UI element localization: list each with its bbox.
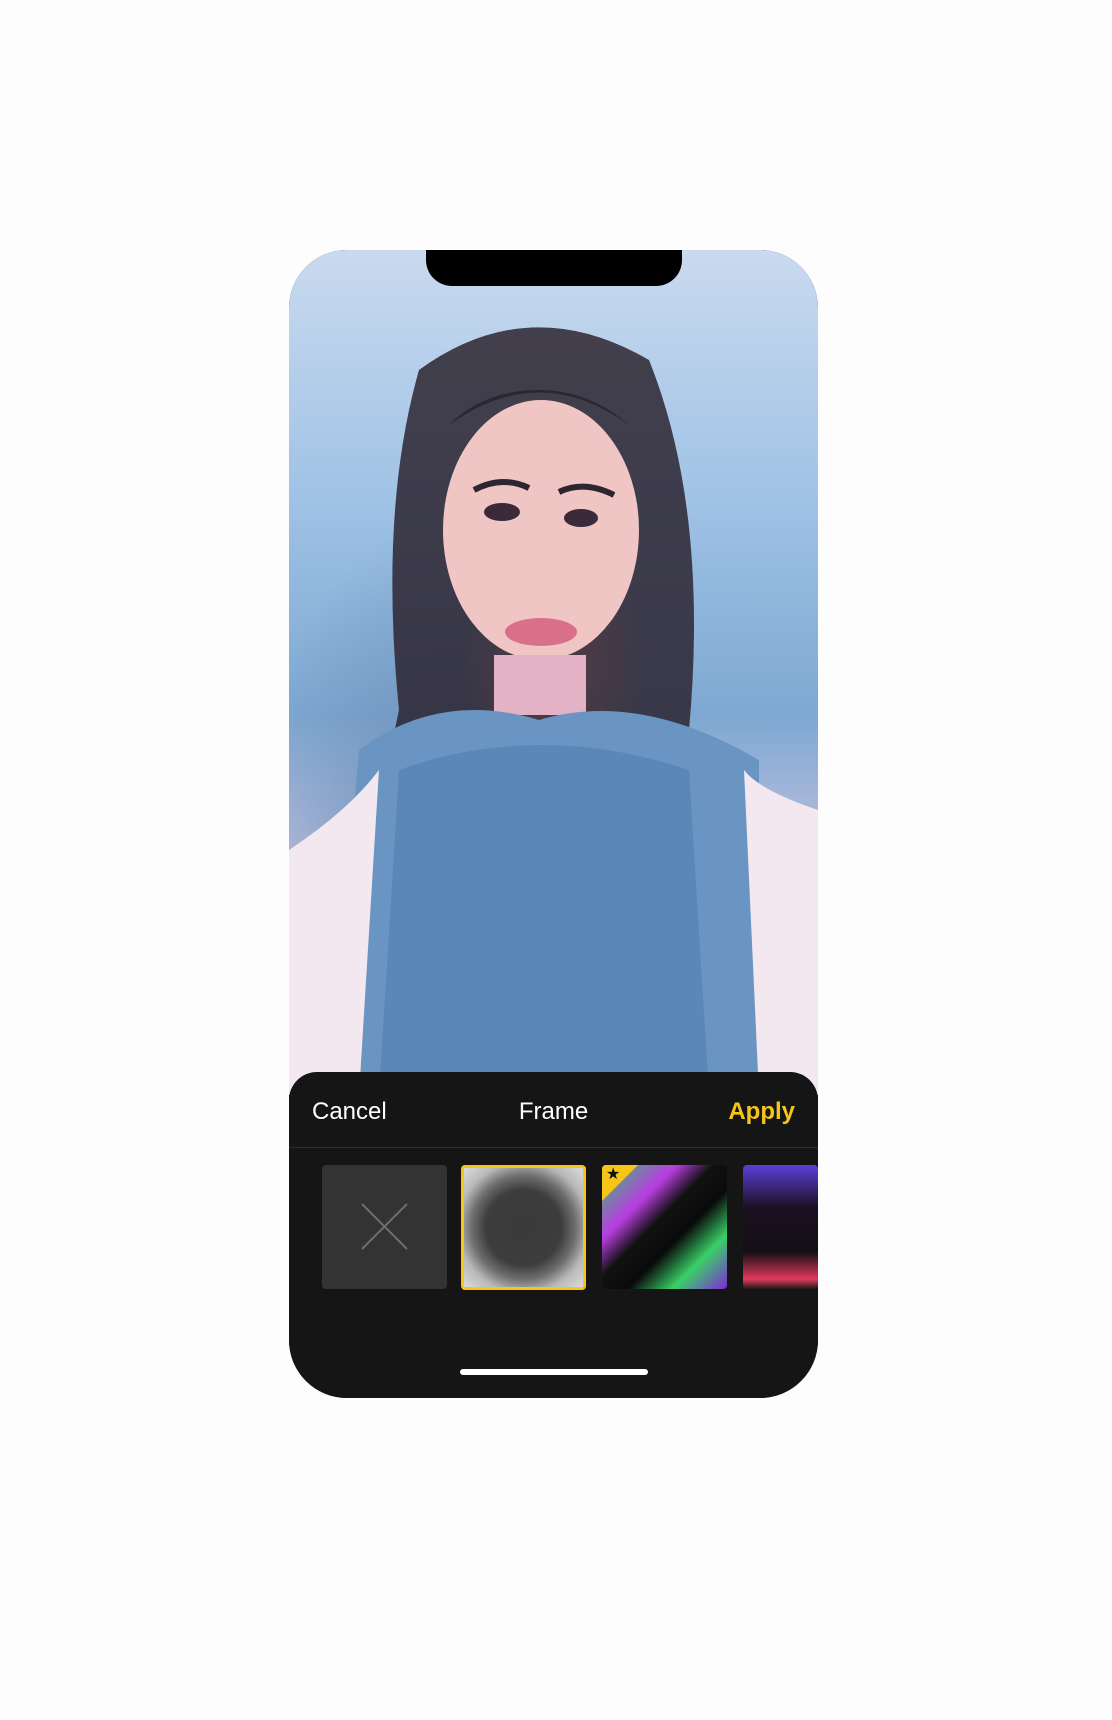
frame-option-grunge-selected[interactable] [461,1165,586,1290]
frame-option-partial[interactable] [743,1165,818,1289]
star-icon: ★ [606,1166,621,1183]
device-notch [426,250,682,286]
frame-carousel[interactable]: ★ [289,1165,818,1295]
edited-photo [289,250,818,1095]
sheet-header: Cancel Frame Apply [289,1072,818,1148]
frame-bottom-sheet: Cancel Frame Apply ★ [289,1072,818,1398]
phone-screen: Cancel Frame Apply ★ [289,250,818,1398]
apply-button[interactable]: Apply [728,1098,795,1126]
home-indicator[interactable] [460,1369,648,1375]
frame-option-none[interactable] [322,1165,447,1289]
frame-option-neon[interactable]: ★ [602,1165,727,1289]
portrait-illustration [289,327,818,1095]
x-icon [361,1203,408,1250]
